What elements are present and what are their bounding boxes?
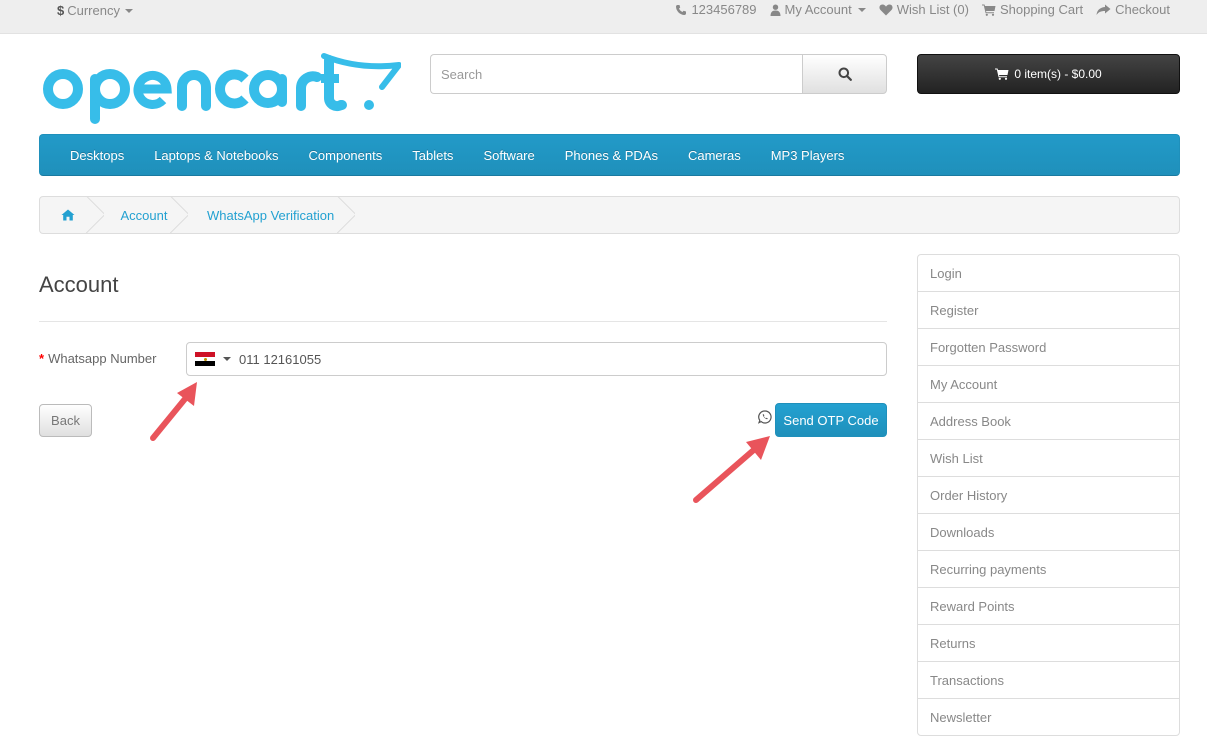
main-menu: Desktops Laptops & Notebooks Components …: [39, 134, 1180, 176]
chevron-down-icon: [857, 7, 866, 12]
whatsapp-number-label: * Whatsapp Number: [39, 351, 156, 366]
sidebar-item-downloads[interactable]: Downloads: [918, 514, 1179, 551]
breadcrumb-separator: [86, 197, 104, 233]
user-icon: [770, 4, 781, 16]
cart-button[interactable]: 0 item(s) - $0.00: [917, 54, 1180, 94]
breadcrumb-whatsapp-label: WhatsApp Verification: [207, 207, 335, 223]
share-icon: [1096, 4, 1111, 15]
annotation-arrow-icon: [693, 436, 770, 503]
search-input[interactable]: [430, 54, 802, 94]
sidebar-item-wish-list[interactable]: Wish List: [918, 440, 1179, 477]
menu-item-mp3-players[interactable]: MP3 Players: [756, 148, 860, 163]
currency-dropdown[interactable]: $ Currency: [57, 3, 133, 18]
breadcrumb-separator: [170, 197, 188, 233]
breadcrumb-home[interactable]: [40, 197, 95, 233]
whatsapp-number-input[interactable]: 011 12161055: [186, 342, 887, 376]
top-bar: $ Currency 123456789 My Account Wish Lis…: [0, 0, 1207, 34]
phone-icon: [676, 4, 687, 15]
home-icon: [61, 209, 74, 221]
wish-list-link[interactable]: Wish List (0): [879, 2, 969, 17]
breadcrumb: Account WhatsApp Verification: [39, 196, 1180, 234]
chevron-down-icon: [124, 8, 133, 13]
opencart-logo[interactable]: [39, 52, 402, 126]
sidebar-item-order-history[interactable]: Order History: [918, 477, 1179, 514]
my-account-dropdown[interactable]: My Account: [770, 2, 866, 17]
checkout-label: Checkout: [1115, 2, 1170, 17]
breadcrumb-whatsapp-verification[interactable]: WhatsApp Verification: [179, 197, 346, 233]
menu-item-laptops[interactable]: Laptops & Notebooks: [139, 148, 293, 163]
sidebar-item-my-account[interactable]: My Account: [918, 366, 1179, 403]
account-sidebar: Login Register Forgotten Password My Acc…: [917, 254, 1180, 736]
phone-number: 123456789: [691, 2, 757, 17]
required-marker: *: [39, 351, 45, 366]
menu-item-components[interactable]: Components: [294, 148, 398, 163]
sidebar-item-recurring-payments[interactable]: Recurring payments: [918, 551, 1179, 588]
menu-item-phones[interactable]: Phones & PDAs: [550, 148, 673, 163]
cart-icon: [981, 4, 996, 16]
menu-item-desktops[interactable]: Desktops: [55, 148, 139, 163]
cart-total: 0 item(s) - $0.00: [1014, 67, 1102, 81]
sidebar-item-address-book[interactable]: Address Book: [918, 403, 1179, 440]
menu-item-software[interactable]: Software: [468, 148, 549, 163]
menu-item-cameras[interactable]: Cameras: [673, 148, 756, 163]
my-account-label: My Account: [784, 2, 852, 17]
sidebar-item-transactions[interactable]: Transactions: [918, 662, 1179, 699]
phone-link[interactable]: 123456789: [675, 2, 757, 17]
sidebar-item-register[interactable]: Register: [918, 292, 1179, 329]
sidebar-item-reward-points[interactable]: Reward Points: [918, 588, 1179, 625]
search-button[interactable]: [802, 54, 887, 94]
currency-label: Currency: [67, 3, 120, 18]
back-button[interactable]: Back: [39, 404, 92, 437]
country-selector[interactable]: [187, 343, 232, 375]
whatsapp-number-label-text: Whatsapp Number: [48, 351, 157, 366]
title-divider: [39, 321, 887, 322]
sidebar-item-login[interactable]: Login: [918, 255, 1179, 292]
phone-number-value: 011 12161055: [239, 351, 322, 367]
chevron-down-icon: [223, 357, 231, 361]
menu-item-tablets[interactable]: Tablets: [397, 148, 468, 163]
egypt-flag-icon: [195, 352, 215, 367]
top-links: 123456789 My Account Wish List (0) Shopp…: [675, 2, 1170, 17]
whatsapp-icon: [758, 410, 772, 424]
annotation-arrow-icon: [150, 382, 197, 441]
breadcrumb-account-label: Account: [120, 207, 168, 223]
sidebar-item-forgotten-password[interactable]: Forgotten Password: [918, 329, 1179, 366]
currency-symbol: $: [57, 3, 65, 18]
heart-icon: [879, 4, 893, 15]
send-otp-button[interactable]: Send OTP Code: [775, 403, 887, 437]
wish-list-label: Wish List (0): [896, 2, 969, 17]
search-bar: [430, 54, 887, 94]
breadcrumb-account[interactable]: Account: [95, 197, 179, 233]
page-title: Account: [39, 272, 119, 297]
shopping-cart-label: Shopping Cart: [999, 2, 1084, 17]
cart-icon: [995, 68, 1009, 80]
sidebar-item-returns[interactable]: Returns: [918, 625, 1179, 662]
checkout-link[interactable]: Checkout: [1096, 2, 1170, 17]
shopping-cart-link[interactable]: Shopping Cart: [981, 2, 1084, 17]
search-icon: [838, 67, 852, 81]
sidebar-item-newsletter[interactable]: Newsletter: [918, 699, 1179, 735]
breadcrumb-separator: [337, 197, 355, 233]
